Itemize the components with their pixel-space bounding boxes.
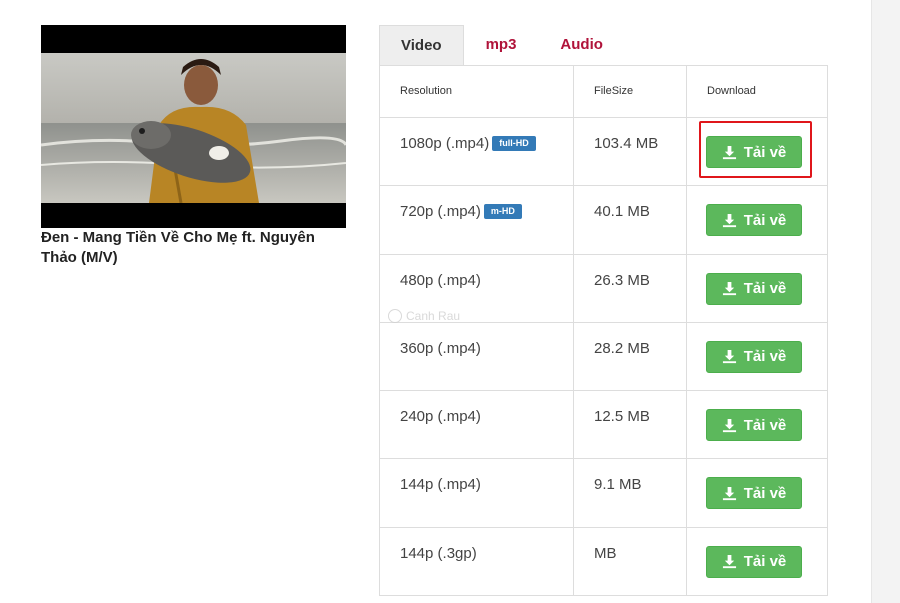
download-button-label: Tải về xyxy=(743,553,787,571)
resolution-text: 360p (.mp4) xyxy=(400,339,481,357)
download-button-label: Tải về xyxy=(743,484,787,502)
table-row: 720p (.mp4) m-HD 40.1 MB Tải về xyxy=(380,185,827,254)
table-row: 1080p (.mp4) full-HD 103.4 MB Tải về xyxy=(380,117,827,186)
resolution-text: 240p (.mp4) xyxy=(400,408,481,426)
tab-mp3[interactable]: mp3 xyxy=(464,25,539,66)
tab-audio[interactable]: Audio xyxy=(538,25,625,66)
filesize-cell: 26.3 MB xyxy=(574,254,687,322)
watermark-logo-icon xyxy=(388,309,402,323)
filesize-cell: 40.1 MB xyxy=(574,186,687,254)
download-cell: Tải về xyxy=(687,459,827,526)
table-header-row: Resolution FileSize Download xyxy=(380,66,827,117)
download-cell: Tải về xyxy=(687,323,827,390)
resolution-cell: 144p (.mp4) xyxy=(380,459,574,527)
download-table: Resolution FileSize Download 1080p (.mp4… xyxy=(379,65,828,597)
header-download: Download xyxy=(707,85,756,97)
filesize-cell: 103.4 MB xyxy=(574,118,687,186)
resolution-cell: 360p (.mp4) xyxy=(380,322,574,391)
download-cell: Tải về xyxy=(687,528,827,595)
filesize-cell: 9.1 MB xyxy=(574,459,687,527)
table-row: 144p (.3gp) MB Tải về xyxy=(380,526,827,596)
download-button-144p-mp4[interactable]: Tải về xyxy=(706,477,802,510)
quality-badge: full-HD xyxy=(492,136,536,151)
table-row: 360p (.mp4) 28.2 MB Tải về xyxy=(380,321,827,391)
download-button-1080p[interactable]: Tải về xyxy=(706,136,802,168)
resolution-cell: 240p (.mp4) xyxy=(380,391,574,459)
format-tabs: Video mp3 Audio xyxy=(379,25,625,66)
download-button-label: Tải về xyxy=(743,143,787,161)
resolution-cell: 144p (.3gp) xyxy=(380,527,574,596)
table-row: 240p (.mp4) 12.5 MB Tải về xyxy=(380,390,827,459)
resolution-cell: 720p (.mp4) m-HD xyxy=(380,186,574,254)
download-icon xyxy=(722,555,736,569)
download-icon xyxy=(722,486,736,501)
filesize-cell: 28.2 MB xyxy=(574,322,687,391)
filesize-cell: 12.5 MB xyxy=(574,391,687,459)
download-button-label: Tải về xyxy=(743,348,787,366)
resolution-text: 144p (.3gp) xyxy=(400,544,477,562)
download-button-label: Tải về xyxy=(743,211,787,229)
download-button-label: Tải về xyxy=(743,280,787,298)
resolution-text: 720p (.mp4) xyxy=(400,203,481,221)
resolution-text: 1080p (.mp4) xyxy=(400,135,490,152)
download-button-480p[interactable]: Tải về xyxy=(706,272,802,305)
thumbnail-image xyxy=(41,25,346,228)
quality-badge: m-HD xyxy=(483,204,522,220)
download-button-144p-3gp[interactable]: Tải về xyxy=(706,545,802,578)
download-cell: Tải về xyxy=(687,391,827,458)
download-icon xyxy=(722,418,736,432)
download-icon xyxy=(722,282,736,296)
resolution-text: 480p (.mp4) xyxy=(400,271,481,289)
download-button-720p[interactable]: Tải về xyxy=(706,204,802,237)
tab-video[interactable]: Video xyxy=(379,25,464,66)
download-button-360p[interactable]: Tải về xyxy=(706,340,802,373)
download-icon xyxy=(722,213,736,227)
watermark-text: Canh Rau xyxy=(406,309,461,323)
header-filesize: FileSize xyxy=(574,66,687,117)
table-row: 144p (.mp4) 9.1 MB Tải về xyxy=(380,458,827,527)
download-cell: Tải về xyxy=(687,255,827,322)
download-cell: Tải về xyxy=(687,118,827,185)
scrollbar-track[interactable] xyxy=(871,0,900,603)
resolution-text: 144p (.mp4) xyxy=(400,476,481,494)
download-button-label: Tải về xyxy=(743,416,787,434)
video-title: Đen - Mang Tiền Về Cho Mẹ ft. Nguyên Thả… xyxy=(41,229,315,266)
download-icon xyxy=(722,350,736,364)
download-button-240p[interactable]: Tải về xyxy=(706,409,802,442)
filesize-cell: MB xyxy=(574,527,687,596)
resolution-cell: 1080p (.mp4) full-HD xyxy=(380,118,574,186)
video-thumbnail[interactable] xyxy=(41,25,346,228)
download-cell: Tải về xyxy=(687,186,827,253)
watermark: Canh Rau xyxy=(388,309,460,323)
header-resolution: Resolution xyxy=(380,66,574,117)
download-icon xyxy=(722,145,736,159)
